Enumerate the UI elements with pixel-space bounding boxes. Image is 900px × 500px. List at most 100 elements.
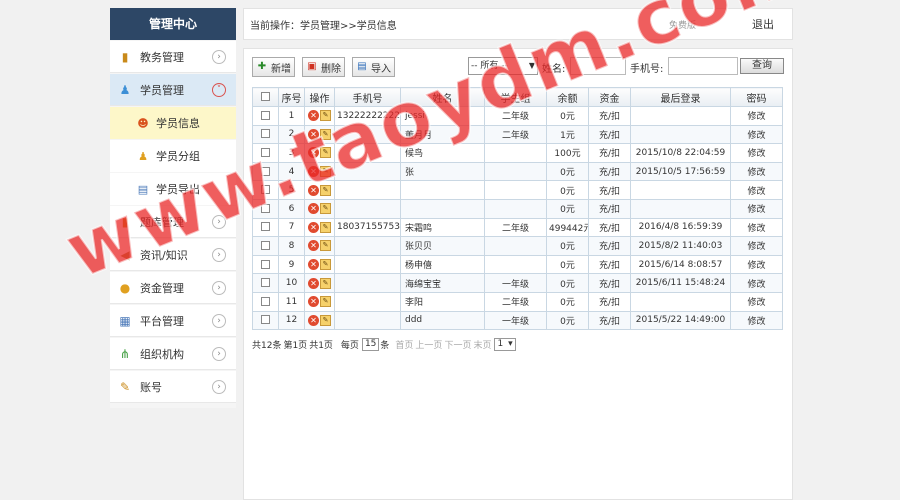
row-fund-link[interactable]: 充/扣: [588, 254, 631, 275]
edit-icon[interactable]: ✎: [320, 277, 331, 289]
row-select-cell[interactable]: [252, 273, 279, 293]
delete-icon[interactable]: ✕: [308, 314, 319, 326]
delete-icon[interactable]: ✕: [308, 296, 319, 308]
row-password-link[interactable]: 修改: [730, 198, 783, 219]
edit-icon[interactable]: ✎: [320, 240, 331, 252]
row-select-cell[interactable]: [252, 217, 279, 238]
row-fund-link[interactable]: 充/扣: [588, 236, 631, 256]
edit-icon[interactable]: ✎: [320, 203, 331, 215]
row-password-link[interactable]: 修改: [730, 143, 783, 163]
row-password-link[interactable]: 修改: [730, 180, 783, 200]
row-fund-link[interactable]: 充/扣: [588, 291, 631, 312]
sidebar-subitem-student-export[interactable]: ▤ 学员导出: [110, 173, 236, 205]
row-select-cell[interactable]: [252, 291, 279, 312]
row-password-link[interactable]: 修改: [730, 106, 783, 126]
row-select-cell[interactable]: [252, 106, 279, 126]
delete-icon[interactable]: ✕: [308, 147, 319, 159]
select-all-header[interactable]: [252, 87, 279, 107]
row-fund-link[interactable]: 充/扣: [588, 310, 631, 331]
sidebar-item-question-bank[interactable]: ▮ 题库管理 ›: [110, 206, 236, 238]
logout-link[interactable]: 退出: [752, 16, 774, 32]
row-select-cell[interactable]: [252, 161, 279, 182]
row-checkbox[interactable]: [261, 166, 270, 176]
row-checkbox[interactable]: [261, 185, 270, 195]
pager-prev[interactable]: 上一页: [415, 338, 442, 351]
edit-icon[interactable]: ✎: [320, 110, 331, 122]
row-select-cell[interactable]: [252, 124, 279, 145]
row-password-link[interactable]: 修改: [730, 310, 783, 331]
row-password-link[interactable]: 修改: [730, 254, 783, 275]
row-select-cell[interactable]: [252, 310, 279, 331]
sidebar-item-finance[interactable]: ● 资金管理 ›: [110, 272, 236, 304]
pager-next[interactable]: 下一页: [444, 338, 471, 351]
delete-button[interactable]: ▣ 删除: [302, 57, 345, 77]
col-header-phone: 手机号: [334, 87, 401, 107]
row-checkbox[interactable]: [261, 259, 270, 269]
row-checkbox[interactable]: [261, 147, 270, 157]
delete-icon[interactable]: ✕: [308, 277, 319, 289]
row-fund-link[interactable]: 充/扣: [588, 217, 631, 238]
row-fund-link[interactable]: 充/扣: [588, 273, 631, 293]
pager-first[interactable]: 首页: [395, 338, 413, 351]
row-checkbox[interactable]: [261, 129, 270, 139]
row-select-cell[interactable]: [252, 143, 279, 163]
row-select-cell[interactable]: [252, 236, 279, 256]
sidebar-subitem-student-info[interactable]: ☻ 学员信息: [110, 107, 236, 139]
edit-icon[interactable]: ✎: [320, 184, 331, 196]
delete-icon[interactable]: ✕: [308, 128, 319, 140]
sidebar-item-students[interactable]: ♟ 学员管理 ˅: [110, 74, 236, 106]
delete-icon[interactable]: ✕: [308, 184, 319, 196]
row-select-cell[interactable]: [252, 254, 279, 275]
row-fund-link[interactable]: 充/扣: [588, 124, 631, 145]
edit-icon[interactable]: ✎: [320, 166, 331, 178]
edit-icon[interactable]: ✎: [320, 296, 331, 308]
sidebar-item-platform[interactable]: ▦ 平台管理 ›: [110, 305, 236, 337]
row-password-link[interactable]: 修改: [730, 273, 783, 293]
edit-icon[interactable]: ✎: [320, 221, 331, 233]
delete-icon[interactable]: ✕: [308, 166, 319, 178]
delete-icon[interactable]: ✕: [308, 110, 319, 122]
row-fund-link[interactable]: 充/扣: [588, 106, 631, 126]
delete-icon[interactable]: ✕: [308, 203, 319, 215]
row-fund-link[interactable]: 充/扣: [588, 161, 631, 182]
row-select-cell[interactable]: [252, 198, 279, 219]
select-all-checkbox[interactable]: [261, 92, 270, 101]
row-checkbox[interactable]: [261, 296, 270, 306]
sidebar-item-news[interactable]: ◀ 资讯/知识 ›: [110, 239, 236, 271]
row-password-link[interactable]: 修改: [730, 236, 783, 256]
sidebar-item-academic[interactable]: ▮ 教务管理 ›: [110, 41, 236, 73]
row-fund-link[interactable]: 充/扣: [588, 143, 631, 163]
row-checkbox[interactable]: [261, 203, 270, 213]
per-page-input[interactable]: 15: [361, 337, 380, 351]
edit-icon[interactable]: ✎: [320, 147, 331, 159]
row-password-link[interactable]: 修改: [730, 291, 783, 312]
sidebar-item-account[interactable]: ✎ 账号 ›: [110, 371, 236, 403]
edit-icon[interactable]: ✎: [320, 259, 331, 271]
import-button[interactable]: ▤ 导入: [352, 57, 395, 77]
query-button[interactable]: 查询: [740, 58, 784, 74]
row-select-cell[interactable]: [252, 180, 279, 200]
delete-icon[interactable]: ✕: [308, 240, 319, 252]
add-button[interactable]: ✚ 新增: [252, 57, 295, 77]
pager-last[interactable]: 末页: [473, 338, 491, 351]
edit-icon[interactable]: ✎: [320, 128, 331, 140]
row-password-link[interactable]: 修改: [730, 161, 783, 182]
row-fund-link[interactable]: 充/扣: [588, 198, 631, 219]
sidebar-subitem-student-groups[interactable]: ♟ 学员分组: [110, 140, 236, 172]
row-checkbox[interactable]: [261, 222, 270, 232]
group-filter-select[interactable]: -- 所有 -- ▼: [468, 57, 538, 75]
name-input[interactable]: [570, 57, 626, 75]
row-checkbox[interactable]: [261, 240, 270, 250]
edit-icon[interactable]: ✎: [320, 314, 331, 326]
sidebar-item-organization[interactable]: ⋔ 组织机构 ›: [110, 338, 236, 370]
row-checkbox[interactable]: [261, 315, 270, 325]
page-goto-select[interactable]: 1 ▾: [494, 337, 516, 351]
row-password-link[interactable]: 修改: [730, 217, 783, 238]
delete-icon[interactable]: ✕: [308, 259, 319, 271]
row-password-link[interactable]: 修改: [730, 124, 783, 145]
row-fund-link[interactable]: 充/扣: [588, 180, 631, 200]
row-checkbox[interactable]: [261, 278, 270, 288]
row-checkbox[interactable]: [261, 110, 270, 120]
phone-input[interactable]: [668, 57, 738, 75]
delete-icon[interactable]: ✕: [308, 221, 319, 233]
